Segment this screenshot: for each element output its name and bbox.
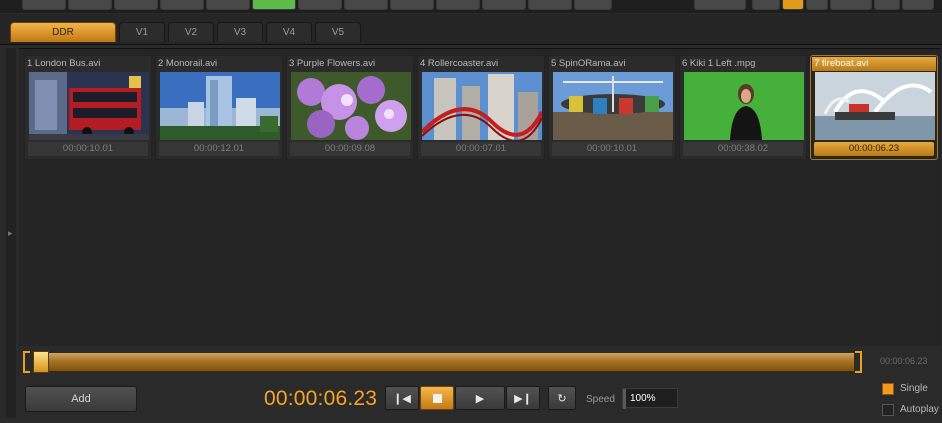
previous-clip-button[interactable]: ❙◀ [385, 386, 419, 410]
clip-duration: 00:00:38.02 [683, 142, 803, 156]
clip-tile-selected[interactable]: 7 fireboat.avi 00:00:06.23 [810, 55, 938, 160]
autoplay-label: Autoplay [900, 404, 939, 415]
clip-duration: 00:00:10.01 [28, 142, 148, 156]
skip-back-icon: ❙◀ [393, 393, 411, 405]
toolbar-button[interactable] [436, 0, 480, 10]
toolbar-button[interactable] [874, 0, 900, 10]
toolbar-button[interactable] [806, 0, 828, 10]
toolbar-button[interactable] [902, 0, 934, 10]
play-button[interactable]: ▶ [455, 386, 505, 410]
top-toolbar-strip [0, 0, 942, 13]
clip-name: 6 Kiki 1 Left .mpg [682, 58, 756, 69]
speed-label: Speed [586, 394, 615, 405]
toolbar-button[interactable] [574, 0, 612, 10]
expand-arrow-icon: ▸ [8, 228, 13, 238]
toolbar-button[interactable] [206, 0, 250, 10]
in-point-marker[interactable] [23, 351, 30, 373]
clip-tile[interactable]: 2 Monorail.avi 00:00:12.01 [155, 55, 283, 160]
tab-v5[interactable]: V5 [315, 22, 361, 42]
toolbar-button[interactable] [160, 0, 204, 10]
clip-name: 7 fireboat.avi [812, 57, 936, 71]
loop-icon: ↻ [557, 393, 567, 405]
play-icon: ▶ [475, 393, 485, 405]
toolbar-button[interactable] [114, 0, 158, 10]
tab-v1[interactable]: V1 [119, 22, 165, 42]
end-timecode: 00:00:06.23 [880, 356, 928, 366]
clip-name: 1 London Bus.avi [27, 58, 101, 69]
skip-forward-icon: ▶❙ [514, 393, 532, 405]
tab-v2[interactable]: V2 [168, 22, 214, 42]
clip-duration: 00:00:10.01 [552, 142, 672, 156]
toolbar-button[interactable] [68, 0, 112, 10]
tab-v3[interactable]: V3 [217, 22, 263, 42]
clip-name: 2 Monorail.avi [158, 58, 218, 69]
greenscreen-presenter-thumbnail [684, 72, 804, 140]
monorail-thumbnail [160, 72, 280, 140]
out-point-marker[interactable] [855, 351, 862, 373]
add-button[interactable]: Add [25, 386, 137, 412]
spinorama-thumbnail [553, 72, 673, 140]
clip-name: 5 SpinORama.avi [551, 58, 626, 69]
clip-duration: 00:00:07.01 [421, 142, 541, 156]
transport-bar: Add 00:00:06.23 ❙◀ ▶ ▶❙ ↻ Speed 100% Sin… [19, 375, 942, 423]
scrubber-track[interactable] [33, 352, 855, 372]
stop-button[interactable] [420, 386, 454, 410]
clip-tile[interactable]: 3 Purple Flowers.avi 00:00:09.08 [286, 55, 414, 160]
speed-input[interactable]: 100% [622, 388, 678, 409]
toolbar-button[interactable] [752, 0, 780, 10]
toolbar-button-active[interactable] [782, 0, 804, 10]
fireboat-thumbnail [815, 72, 935, 140]
next-clip-button[interactable]: ▶❙ [506, 386, 540, 410]
clip-name: 4 Rollercoaster.avi [420, 58, 499, 69]
clip-tile[interactable]: 4 Rollercoaster.avi 00:00:07.01 [417, 55, 545, 160]
clip-duration: 00:00:09.08 [290, 142, 410, 156]
autoplay-checkbox[interactable] [882, 404, 894, 416]
toolbar-button-active[interactable] [252, 0, 296, 10]
toolbar-button[interactable] [22, 0, 66, 10]
single-label: Single [900, 383, 928, 394]
loop-button[interactable]: ↻ [548, 386, 576, 410]
clip-duration: 00:00:06.23 [814, 142, 934, 156]
clip-name: 3 Purple Flowers.avi [289, 58, 376, 69]
toolbar-button[interactable] [344, 0, 388, 10]
stop-icon [432, 393, 442, 403]
clip-bin: 1 London Bus.avi 00:00:10.01 2 Monorail.… [19, 48, 941, 346]
toolbar-button[interactable] [390, 0, 434, 10]
toolbar-button[interactable] [528, 0, 572, 10]
rollercoaster-thumbnail [422, 72, 542, 140]
tab-ddr[interactable]: DDR [10, 22, 116, 42]
tab-bar: DDR V1 V2 V3 V4 V5 [0, 14, 942, 45]
clip-tile[interactable]: 5 SpinORama.avi 00:00:10.01 [548, 55, 676, 160]
tab-v4[interactable]: V4 [266, 22, 312, 42]
toolbar-button[interactable] [830, 0, 872, 10]
single-checkbox[interactable] [882, 383, 894, 395]
toolbar-button[interactable] [482, 0, 526, 10]
toolbar-button[interactable] [694, 0, 746, 10]
position-scrubber[interactable] [19, 350, 862, 373]
london-bus-thumbnail [29, 72, 149, 140]
clip-tile[interactable]: 1 London Bus.avi 00:00:10.01 [24, 55, 152, 160]
speed-slider-grip[interactable] [623, 389, 626, 409]
purple-flowers-thumbnail [291, 72, 411, 140]
current-timecode: 00:00:06.23 [264, 387, 378, 410]
toolbar-button[interactable] [298, 0, 342, 10]
speed-value: 100% [630, 393, 656, 404]
collapse-handle[interactable]: ▸ [6, 48, 16, 418]
playhead-handle[interactable] [33, 351, 49, 373]
clip-duration: 00:00:12.01 [159, 142, 279, 156]
clip-tile[interactable]: 6 Kiki 1 Left .mpg 00:00:38.02 [679, 55, 807, 160]
